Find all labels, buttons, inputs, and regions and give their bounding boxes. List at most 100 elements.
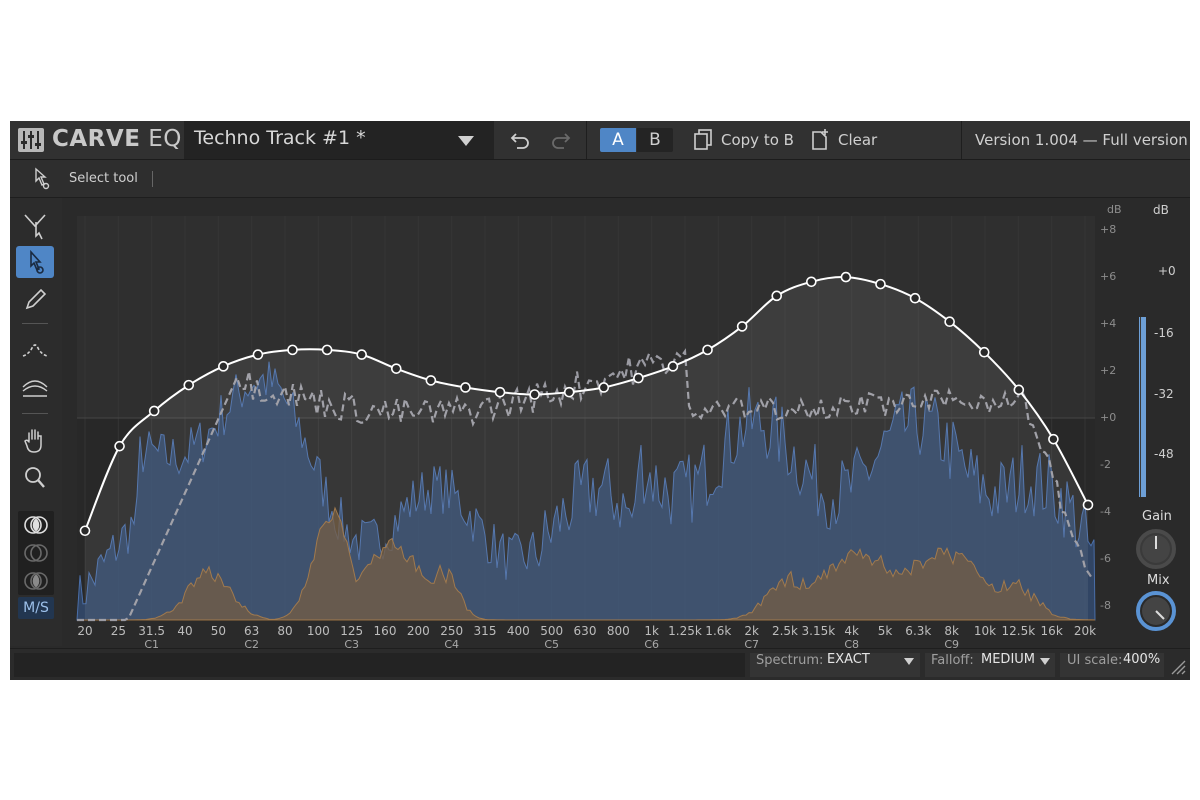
- ui-scale-value[interactable]: 400%: [1123, 652, 1160, 667]
- top-bar: CARVE EQ Techno Track #1 * A B Copy to B…: [10, 121, 1190, 160]
- eq-control-point[interactable]: [1082, 499, 1094, 511]
- layered-curve-tool-button[interactable]: [16, 371, 54, 403]
- freq-tick-label: 4k: [844, 624, 859, 638]
- eq-control-point[interactable]: [460, 382, 471, 393]
- note-label: C5: [544, 638, 559, 651]
- meter-tick-32: -32: [1154, 387, 1174, 401]
- eq-control-point[interactable]: [875, 278, 886, 290]
- eq-control-point[interactable]: [667, 361, 679, 372]
- db-tick-label: +6: [1100, 270, 1117, 284]
- db-tick-label: +4: [1100, 317, 1117, 331]
- freq-tick-label: 50: [210, 624, 226, 638]
- db-tick-label: -6: [1100, 551, 1111, 565]
- eq-control-point[interactable]: [909, 292, 921, 304]
- toolbar-separator: [961, 121, 962, 159]
- carve-eq-window: CARVE EQ Techno Track #1 * A B Copy to B…: [10, 121, 1190, 680]
- mixer-logo-icon: [18, 128, 44, 152]
- eq-control-point[interactable]: [287, 344, 298, 356]
- freq-tick-label: 40: [177, 624, 193, 638]
- eq-control-point[interactable]: [390, 363, 402, 374]
- eq-control-point[interactable]: [183, 379, 195, 391]
- eq-control-point[interactable]: [840, 271, 852, 283]
- eq-control-point[interactable]: [79, 525, 91, 537]
- left-channel-icon: [24, 544, 48, 562]
- eq-control-point[interactable]: [563, 386, 575, 398]
- note-label: C2: [244, 638, 259, 651]
- eq-control-point[interactable]: [425, 375, 437, 386]
- status-message-area: [14, 653, 745, 677]
- eq-control-point[interactable]: [218, 361, 229, 372]
- freq-tick-label: 3.15k: [801, 624, 836, 638]
- eq-control-point[interactable]: [252, 349, 264, 360]
- freq-tick-label: 800: [606, 624, 630, 638]
- bell-curve-tool-button[interactable]: [16, 334, 54, 366]
- freq-tick-label: 400: [506, 624, 530, 638]
- falloff-value[interactable]: MEDIUM: [981, 652, 1035, 667]
- eq-control-point[interactable]: [702, 344, 713, 356]
- freq-tick-label: 630: [573, 624, 597, 638]
- eq-control-point[interactable]: [494, 386, 506, 398]
- layered-curve-icon: [22, 380, 48, 397]
- db-tick-label: +8: [1100, 223, 1117, 237]
- ui-scale-label: UI scale:: [1067, 653, 1123, 668]
- spectrum-dropdown-icon[interactable]: [904, 658, 914, 665]
- carve-tool-icon: [24, 214, 46, 240]
- right-channel-icon: [24, 572, 48, 590]
- eq-control-point[interactable]: [633, 372, 644, 384]
- eq-control-point[interactable]: [114, 440, 125, 452]
- copy-to-b-button[interactable]: Copy to B: [721, 131, 794, 149]
- eq-graph[interactable]: [10, 198, 1190, 648]
- tool-separator: [22, 323, 48, 324]
- preset-selector[interactable]: Techno Track #1 *: [184, 121, 494, 159]
- freq-tick-label: 16k: [1040, 624, 1063, 638]
- eq-control-point[interactable]: [771, 290, 783, 302]
- freq-tick-label: 31.5: [138, 624, 166, 638]
- eq-control-point[interactable]: [598, 382, 610, 393]
- meter-unit-label: dB: [1153, 203, 1169, 217]
- freq-tick-label: 6.3k: [905, 624, 932, 638]
- zoom-tool-button[interactable]: [16, 461, 54, 493]
- ab-a-button[interactable]: A: [600, 128, 636, 152]
- freq-tick-label: 1k: [644, 624, 659, 638]
- freq-tick-label: 200: [406, 624, 430, 638]
- ab-b-button[interactable]: B: [637, 128, 673, 152]
- undo-button[interactable]: [508, 127, 534, 153]
- eq-control-point[interactable]: [148, 405, 160, 417]
- eq-control-point[interactable]: [529, 389, 540, 400]
- gain-knob[interactable]: [1133, 526, 1179, 572]
- eq-control-point[interactable]: [1048, 433, 1059, 445]
- clear-button[interactable]: Clear: [838, 131, 877, 149]
- redo-button[interactable]: [547, 127, 573, 153]
- freq-tick-label: 1.6k: [705, 624, 732, 638]
- hand-tool-button[interactable]: [16, 424, 54, 456]
- mid-side-button[interactable]: M/S: [18, 597, 54, 619]
- freq-tick-label: 2.5k: [771, 624, 799, 638]
- resize-grip-icon[interactable]: [1170, 659, 1186, 675]
- mix-knob[interactable]: [1133, 588, 1179, 634]
- falloff-dropdown-icon[interactable]: [1040, 658, 1050, 665]
- preset-dropdown-icon[interactable]: [458, 136, 474, 146]
- freq-tick-label: 20: [77, 624, 93, 638]
- eq-control-point[interactable]: [944, 316, 955, 327]
- copy-icon[interactable]: [693, 127, 719, 153]
- freq-tick-label: 80: [277, 624, 293, 638]
- eq-control-point[interactable]: [806, 276, 817, 288]
- redo-icon: [552, 133, 571, 149]
- eq-control-point[interactable]: [356, 349, 367, 360]
- eq-control-point[interactable]: [321, 344, 333, 356]
- clear-icon[interactable]: [808, 127, 834, 153]
- eq-control-point[interactable]: [978, 346, 990, 358]
- meter-tick-16: -16: [1154, 326, 1174, 340]
- note-label: C3: [344, 638, 359, 651]
- eq-control-point[interactable]: [736, 321, 748, 332]
- eq-control-point[interactable]: [1013, 384, 1025, 396]
- carve-tool-button[interactable]: [16, 209, 54, 241]
- magnifier-icon: [25, 467, 45, 488]
- pencil-icon: [25, 288, 47, 310]
- version-label: Version 1.004 — Full version: [975, 131, 1188, 149]
- meter-tick-0: +0: [1158, 264, 1176, 278]
- preset-name: Techno Track #1 *: [194, 127, 366, 149]
- select-tool-button[interactable]: [16, 246, 54, 278]
- spectrum-value[interactable]: EXACT: [827, 652, 870, 667]
- pencil-tool-button[interactable]: [16, 283, 54, 315]
